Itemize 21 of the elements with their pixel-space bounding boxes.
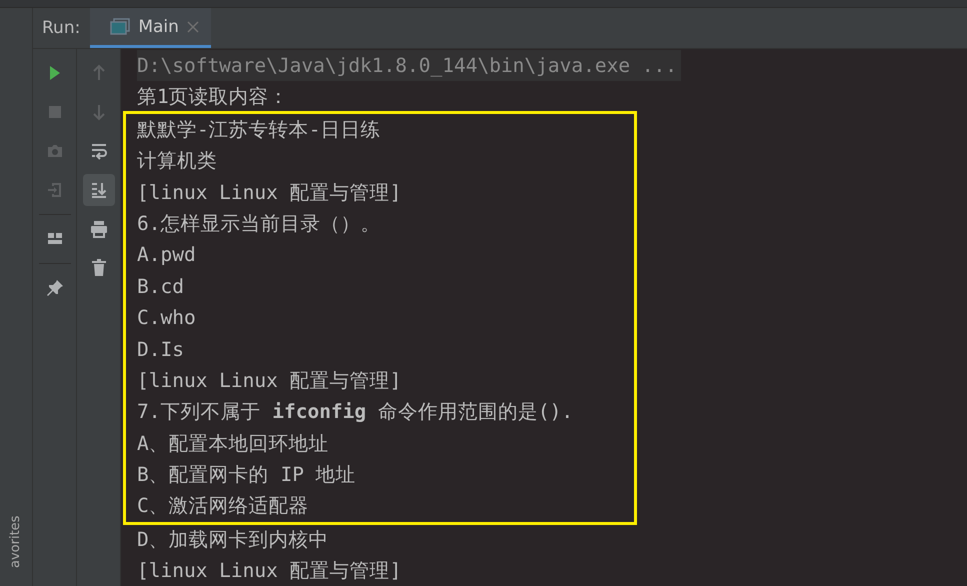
console-line: B、配置网卡的 IP 地址 [136,462,356,488]
scroll-to-end-icon[interactable] [82,174,114,206]
console-line: [linux Linux 配置与管理] [136,558,402,584]
console-line: [linux Linux 配置与管理] [136,368,402,394]
console-line: A、配置本地回环地址 [136,430,329,457]
console-line: 7.下列不属于 ifconfig 命令作用范围的是(). [136,399,574,426]
console-line: 默默学-江苏专转本-日日练 [136,116,380,143]
console-line: [linux Linux 配置与管理] [136,180,402,206]
run-label: Run: [42,18,80,38]
window-icon [110,18,130,36]
console-line: 第1页读取内容： [136,84,289,110]
favorites-label[interactable]: avorites [9,508,23,568]
tab[interactable]: Main [90,8,211,48]
console-line: 计算机类 [136,148,217,174]
console-line: C.who [136,305,196,332]
console-line: 6.怎样显示当前目录（）。 [136,210,380,237]
console-line: D、加载网卡到内核中 [136,526,329,553]
console-line: B.cd [136,274,184,300]
console-line: C、激活网络适配器 [136,493,309,520]
console-line: D.Is [136,336,184,363]
console-line: A.pwd [136,242,196,268]
